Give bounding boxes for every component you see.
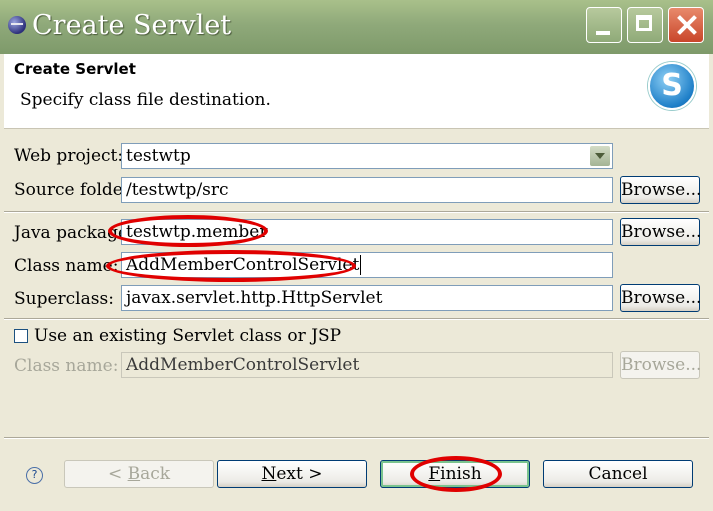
create-servlet-dialog: Create Servlet Create Servlet Specify cl… bbox=[0, 0, 713, 511]
chevron-down-icon[interactable] bbox=[590, 146, 610, 166]
source-folder-label: Source folder: bbox=[14, 180, 137, 200]
use-existing-label[interactable]: Use an existing Servlet class or JSP bbox=[34, 326, 341, 346]
browse-existing-class-button: Browse... bbox=[620, 351, 701, 379]
text-cursor bbox=[360, 255, 362, 275]
back-mnemonic: B bbox=[127, 464, 141, 484]
help-icon[interactable]: ? bbox=[26, 467, 43, 484]
back-label: ack bbox=[140, 464, 171, 484]
browse-source-folder-button[interactable]: Browse... bbox=[620, 176, 701, 204]
back-prefix: < bbox=[107, 464, 128, 484]
separator bbox=[4, 318, 709, 320]
existing-class-input: AddMemberControlServlet bbox=[121, 352, 613, 378]
existing-class-label: Class name: bbox=[14, 356, 119, 376]
back-button: < Back bbox=[64, 460, 214, 488]
eclipse-icon bbox=[8, 16, 26, 34]
browse-java-package-button[interactable]: Browse... bbox=[620, 218, 701, 246]
title-bar: Create Servlet bbox=[0, 0, 713, 54]
cancel-button[interactable]: Cancel bbox=[543, 460, 693, 488]
next-label: ext > bbox=[276, 464, 323, 484]
next-button[interactable]: Next > bbox=[217, 460, 367, 488]
separator bbox=[4, 437, 709, 439]
web-project-combo[interactable]: testwtp bbox=[121, 143, 613, 169]
servlet-wizard-icon: S bbox=[648, 62, 696, 110]
minimize-button[interactable] bbox=[586, 7, 622, 43]
use-existing-checkbox[interactable] bbox=[14, 329, 28, 343]
existing-class-value: AddMemberControlServlet bbox=[126, 355, 360, 375]
superclass-value: javax.servlet.http.HttpServlet bbox=[126, 288, 383, 308]
separator bbox=[4, 211, 709, 213]
browse-superclass-button[interactable]: Browse... bbox=[620, 284, 701, 312]
banner-heading: Create Servlet bbox=[14, 60, 136, 78]
annotation-oval-java-package bbox=[108, 215, 268, 247]
class-name-label: Class name: bbox=[14, 256, 119, 276]
superclass-label: Superclass: bbox=[14, 289, 114, 309]
superclass-input[interactable]: javax.servlet.http.HttpServlet bbox=[121, 285, 613, 311]
web-project-label: Web project: bbox=[14, 146, 124, 166]
annotation-oval-finish bbox=[410, 456, 502, 492]
maximize-button[interactable] bbox=[627, 7, 663, 43]
next-mnemonic: N bbox=[261, 464, 277, 484]
annotation-oval-class-name bbox=[106, 250, 356, 282]
web-project-value: testwtp bbox=[126, 146, 191, 166]
wizard-banner: Create Servlet Specify class file destin… bbox=[4, 54, 709, 129]
window-title: Create Servlet bbox=[32, 10, 232, 41]
source-folder-input[interactable]: /testwtp/src bbox=[121, 177, 613, 203]
banner-description: Specify class file destination. bbox=[20, 90, 271, 110]
source-folder-value: /testwtp/src bbox=[126, 180, 229, 200]
close-button[interactable] bbox=[668, 7, 704, 43]
